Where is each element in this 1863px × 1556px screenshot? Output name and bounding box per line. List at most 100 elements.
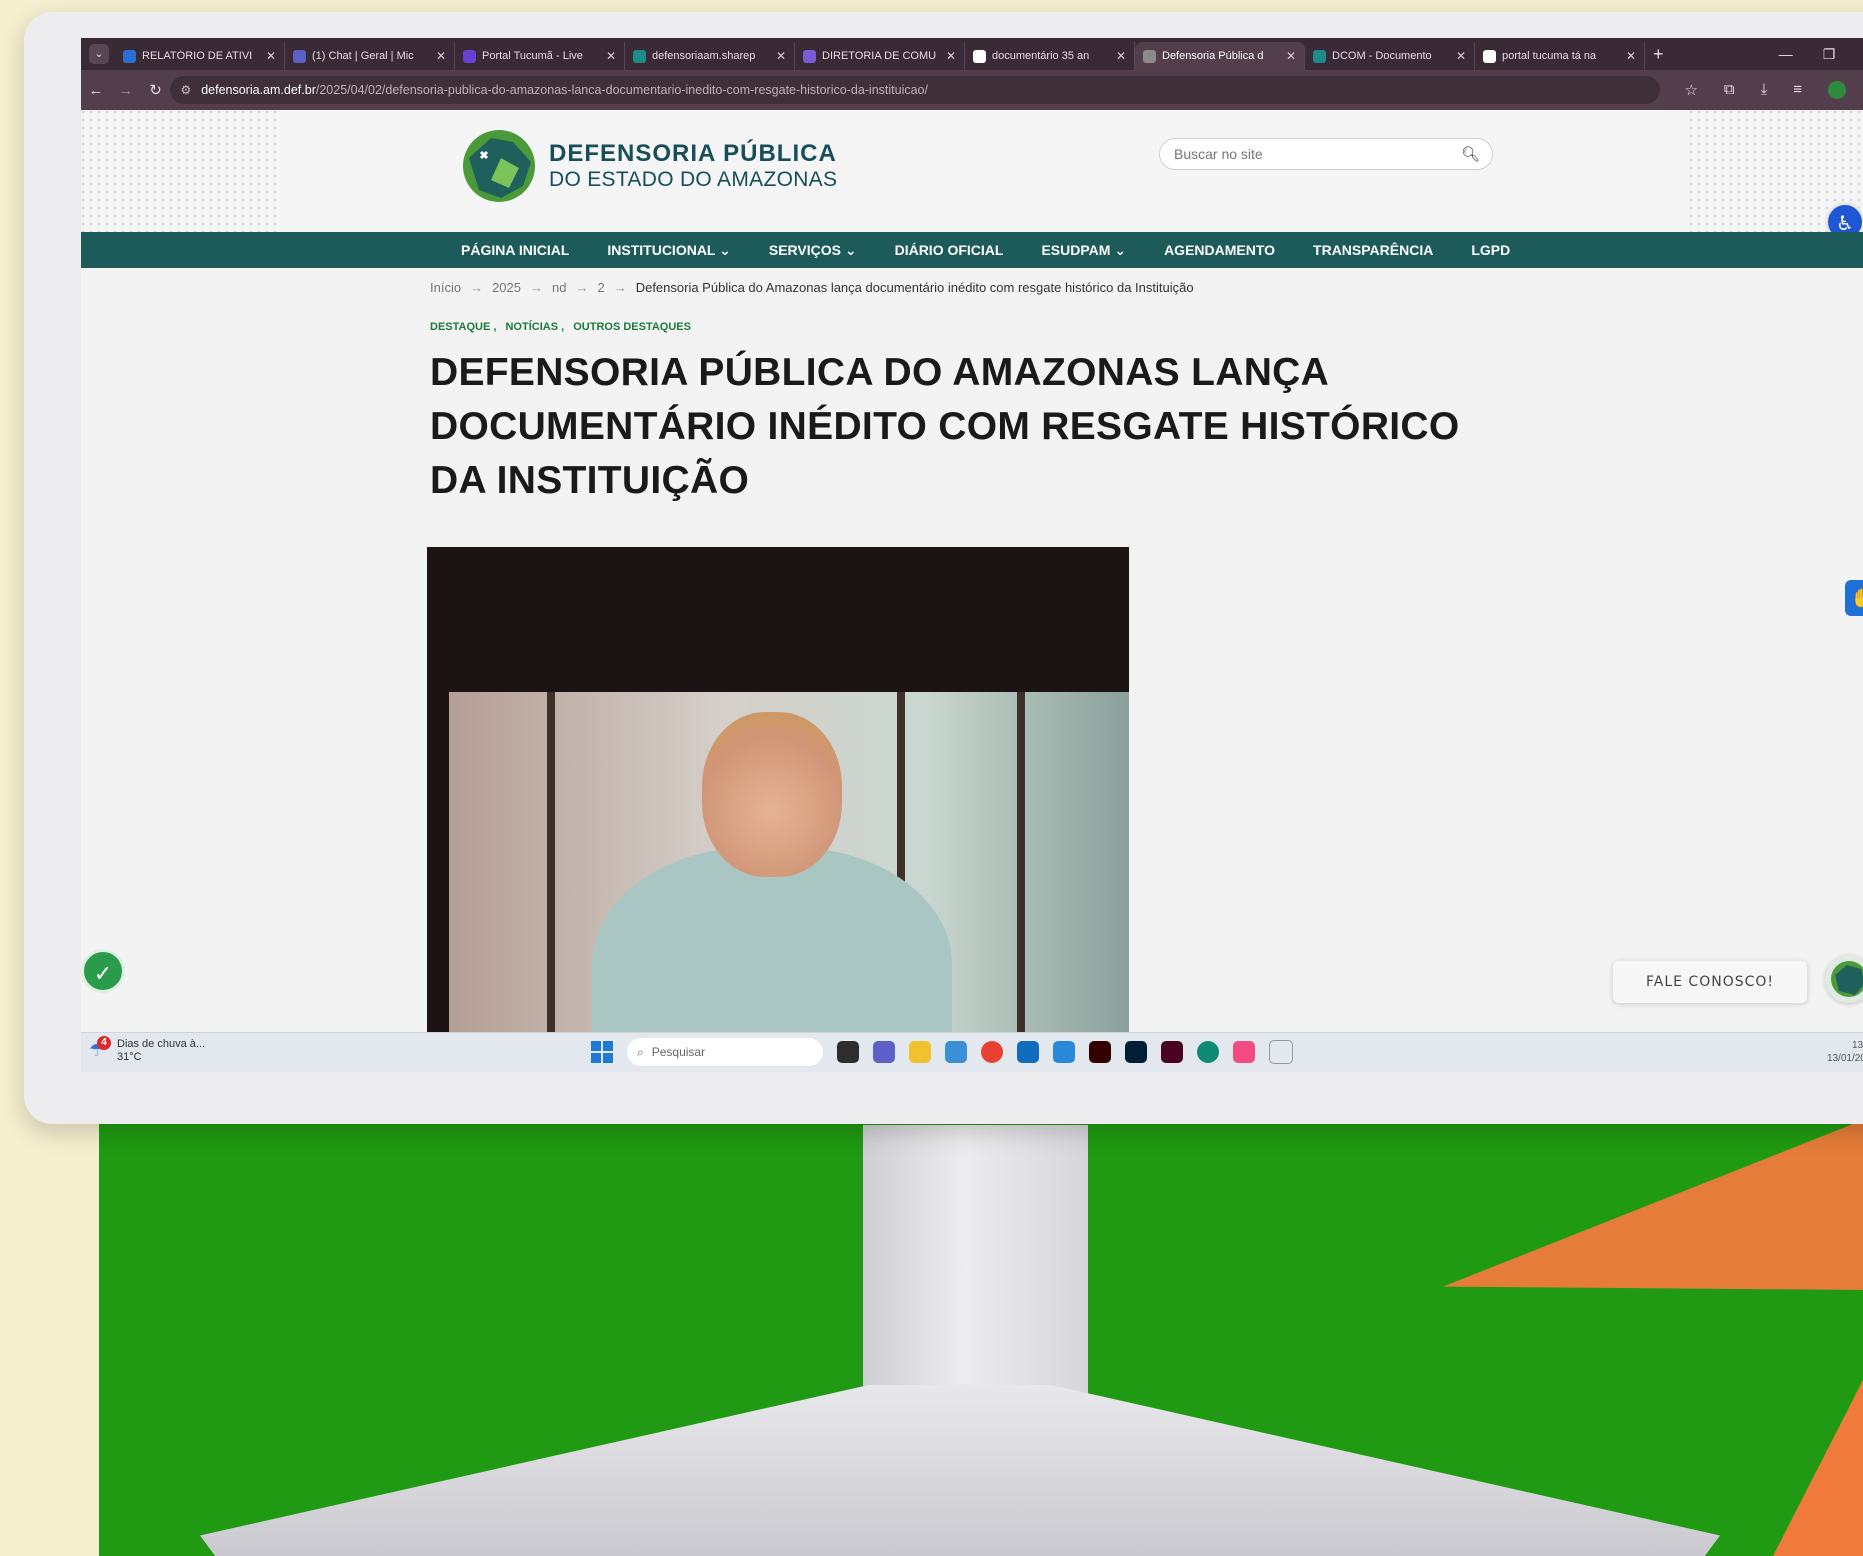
onedrive-icon[interactable] (1053, 1041, 1075, 1063)
weather-text: Dias de chuva à... (117, 1038, 206, 1050)
clock-time: 13:26 (1851, 1040, 1863, 1051)
breadcrumb-home[interactable]: Início (430, 280, 461, 295)
browser-tab[interactable]: DCOM - Documento ✕ (1305, 42, 1475, 70)
browser-toolbar: ← → ↻ ⚙ defensoria.am.def.br /2025/04/02… (81, 70, 1863, 110)
tab-close-icon[interactable]: ✕ (436, 49, 446, 63)
site-logo[interactable]: DEFENSORIA PÚBLICA DO ESTADO DO AMAZONAS (461, 128, 837, 204)
reload-icon[interactable]: ↻ (141, 81, 171, 99)
teams-icon[interactable] (873, 1041, 895, 1063)
extensions-icon[interactable]: ⧉ (1724, 81, 1735, 99)
article-hero-image (427, 547, 1129, 1033)
search-icon[interactable]: 🔍︎ (1461, 145, 1480, 163)
taskbar-search[interactable]: ⌕ Pesquisar (627, 1038, 823, 1066)
nav-servicos[interactable]: SERVIÇOS ⌄ (769, 242, 857, 259)
tab-favicon-icon (973, 49, 986, 63)
nav-home[interactable]: PÁGINA INICIAL (461, 242, 569, 258)
site-search: 🔍︎ (1159, 138, 1493, 170)
breadcrumb-day[interactable]: 2 (597, 280, 604, 295)
nav-agendamento[interactable]: AGENDAMENTO (1164, 242, 1275, 258)
system-clock[interactable]: 13:26 13/01/2026 (1827, 1039, 1863, 1065)
breadcrumb-year[interactable]: 2025 (492, 280, 521, 295)
window-controls: — ❐ ✕ (1779, 38, 1863, 70)
consent-check-icon[interactable]: ✓ (81, 949, 125, 993)
category-link[interactable]: OUTROS DESTAQUES (573, 321, 691, 333)
edge-icon[interactable] (1197, 1041, 1219, 1063)
category-link[interactable]: NOTÍCIAS , (505, 321, 564, 333)
back-icon[interactable]: ← (81, 82, 111, 99)
minimize-icon[interactable]: — (1779, 46, 1793, 62)
browser-tab[interactable]: (1) Chat | Geral | Mic ✕ (285, 42, 455, 70)
web-page: DEFENSORIA PÚBLICA DO ESTADO DO AMAZONAS… (81, 110, 1863, 1033)
browser-tab-bar: ⌄ RELATÓRIO DE ATIVI ✕ (1) Chat | Geral | … (81, 38, 1863, 70)
tab-title: DIRETORIA DE COMU (822, 50, 937, 62)
tab-favicon-icon (463, 49, 476, 63)
new-tab-icon[interactable]: + (1653, 44, 1664, 65)
nav-transparencia[interactable]: TRANSPARÊNCIA (1313, 242, 1433, 258)
profile-avatar[interactable] (1828, 81, 1847, 99)
browser-tab[interactable]: DIRETORIA DE COMU ✕ (795, 42, 965, 70)
browser-tab[interactable]: Portal Tucumã - Live ✕ (455, 42, 625, 70)
forward-icon[interactable]: → (111, 82, 141, 99)
breadcrumb-separator: → (613, 280, 627, 295)
browser-tab[interactable]: defensoriaam.sharep ✕ (625, 42, 795, 70)
tab-close-icon[interactable]: ✕ (1116, 49, 1126, 63)
umbrella-icon: ☂ 4 (89, 1036, 111, 1062)
taskbar-apps: ⌕ Pesquisar (591, 1038, 1293, 1066)
url-path: /2025/04/02/defensoria-publica-do-amazon… (315, 83, 928, 97)
chrome-icon[interactable] (981, 1041, 1003, 1063)
nav-institucional[interactable]: INSTITUCIONAL ⌄ (607, 242, 730, 259)
nav-esudpam[interactable]: ESUDPAM ⌄ (1041, 242, 1126, 259)
fale-conosco-button[interactable]: FALE CONOSCO! (1613, 961, 1807, 1003)
breadcrumb-separator: → (530, 280, 543, 295)
windows-start-icon[interactable] (591, 1041, 613, 1063)
site-header: DEFENSORIA PÚBLICA DO ESTADO DO AMAZONAS… (81, 110, 1863, 232)
os-taskbar: ☂ 4 Dias de chuva à... 31°C ⌕ Pesquisar (81, 1032, 1863, 1072)
chat-avatar[interactable] (1825, 955, 1863, 1003)
restore-icon[interactable]: ❐ (1823, 46, 1836, 63)
browser-tab[interactable]: RELATÓRIO DE ATIVI ✕ (115, 42, 285, 70)
task-view-icon[interactable] (837, 1041, 859, 1063)
tab-close-icon[interactable]: ✕ (1456, 49, 1466, 63)
indesign-icon[interactable] (1161, 1041, 1183, 1063)
tab-favicon-icon (803, 49, 816, 63)
tab-close-icon[interactable]: ✕ (266, 49, 276, 63)
tab-search-icon[interactable]: ⌄ (89, 44, 109, 64)
tab-close-icon[interactable]: ✕ (776, 49, 786, 63)
nav-lgpd[interactable]: LGPD (1471, 242, 1510, 258)
category-link[interactable]: DESTAQUE , (430, 321, 496, 333)
taskbar-search-placeholder: Pesquisar (651, 1045, 706, 1059)
breadcrumb-month[interactable]: nd (552, 280, 566, 295)
sign-language-icon[interactable]: ✋ (1845, 580, 1863, 616)
browser-tab[interactable]: documentário 35 an ✕ (965, 42, 1135, 70)
nav-diario-oficial[interactable]: DIÁRIO OFICIAL (895, 242, 1004, 258)
address-bar[interactable]: ⚙ defensoria.am.def.br /2025/04/02/defen… (170, 76, 1661, 104)
tab-title: RELATÓRIO DE ATIVI (142, 50, 253, 62)
store-icon[interactable] (945, 1041, 967, 1063)
site-search-input[interactable] (1172, 145, 1461, 163)
browser-tab[interactable]: portal tucuma tá na ✕ (1475, 42, 1645, 70)
download-icon[interactable]: ⤓ (1761, 81, 1768, 99)
photoshop-icon[interactable] (1125, 1041, 1147, 1063)
breadcrumb-separator: → (575, 280, 589, 295)
tab-close-icon[interactable]: ✕ (1626, 49, 1636, 63)
snipping-tool-icon[interactable] (1269, 1040, 1293, 1064)
article-categories: DESTAQUE , NOTÍCIAS , OUTROS DESTAQUES (430, 321, 697, 333)
tab-close-icon[interactable]: ✕ (1286, 49, 1296, 63)
search-icon: ⌕ (637, 1044, 644, 1059)
site-info-icon[interactable]: ⚙ (180, 83, 191, 97)
reading-mode-icon[interactable]: ≡ (1793, 81, 1802, 99)
tab-close-icon[interactable]: ✕ (946, 49, 956, 63)
outlook-icon[interactable] (1017, 1041, 1039, 1063)
tab-close-icon[interactable]: ✕ (606, 49, 616, 63)
breadcrumb: Início → 2025 → nd → 2 → Defensoria Pública do A… (430, 280, 1194, 295)
illustrator-icon[interactable] (1089, 1041, 1111, 1063)
weather-widget[interactable]: ☂ 4 Dias de chuva à... 31°C (89, 1036, 206, 1064)
file-explorer-icon[interactable] (909, 1041, 931, 1063)
browser-tab[interactable]: Defensoria Pública d ✕ (1135, 42, 1305, 70)
breadcrumb-current: Defensoria Pública do Amazonas lança doc… (635, 280, 1194, 295)
app-icon[interactable] (1233, 1041, 1255, 1063)
bookmark-star-icon[interactable]: ☆ (1684, 81, 1697, 99)
screen: ⌄ RELATÓRIO DE ATIVI ✕ (1) Chat | Geral | … (81, 38, 1863, 1072)
tab-favicon-icon (1143, 49, 1156, 63)
weather-temp: 31°C (117, 1051, 142, 1063)
